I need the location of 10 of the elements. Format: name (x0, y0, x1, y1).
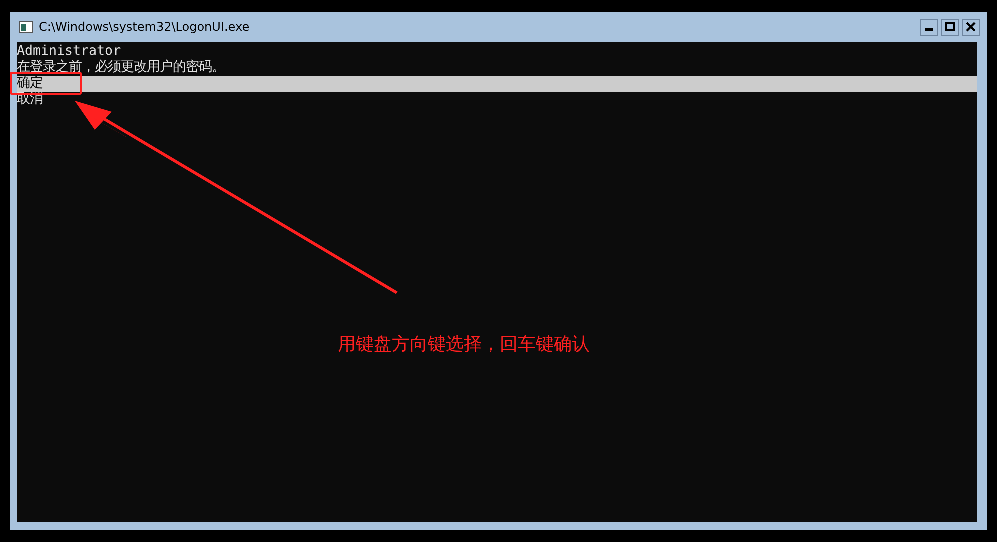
window-title: C:\Windows\system32\LogonUI.exe (39, 20, 250, 34)
console-text: Administrator (17, 44, 122, 60)
minimize-button[interactable] (920, 18, 938, 36)
maximize-button[interactable] (941, 18, 959, 36)
close-icon (966, 22, 976, 32)
menu-option[interactable]: 确定 (17, 76, 977, 92)
maximize-icon (945, 22, 955, 32)
annotation-text: 用键盘方向键选择，回车键确认 (338, 333, 590, 356)
console-app-icon (19, 21, 33, 33)
close-button[interactable] (962, 18, 980, 36)
